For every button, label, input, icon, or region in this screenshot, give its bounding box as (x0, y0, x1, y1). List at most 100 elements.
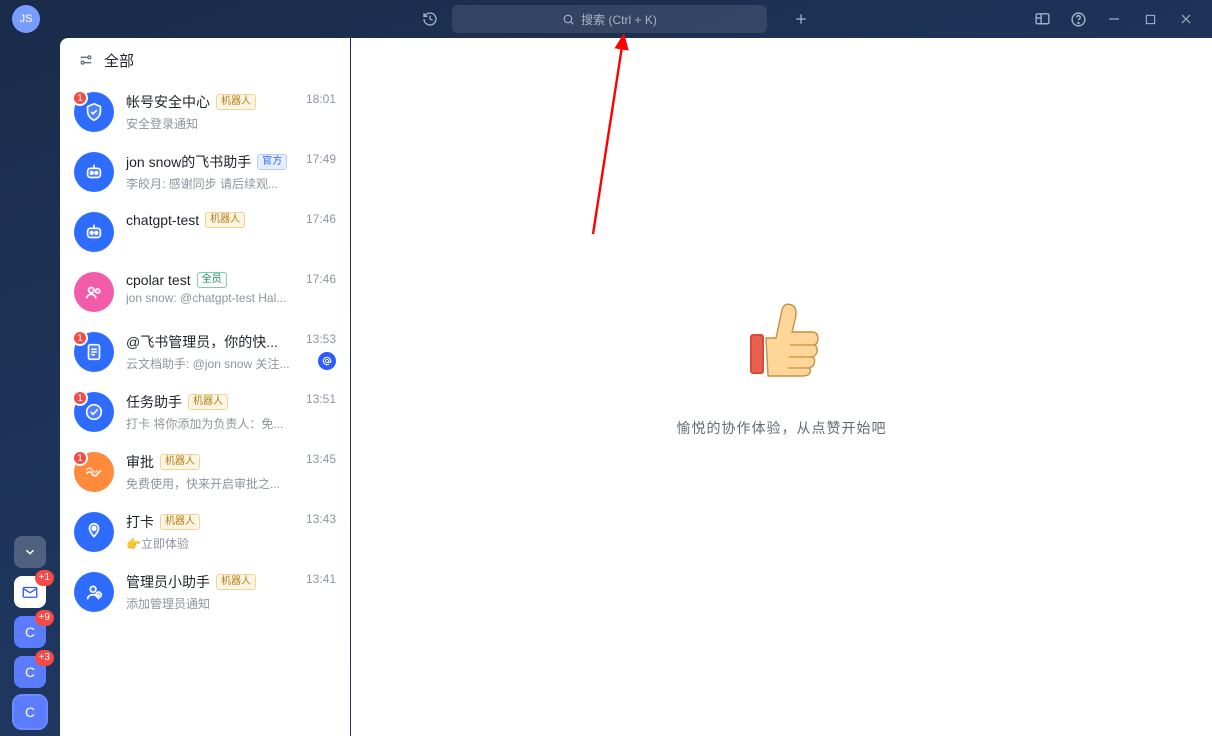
conversation-meta: 13:51 (306, 392, 336, 432)
conversation-name: 帐号安全中心 (126, 92, 210, 112)
conversation-avatar (74, 152, 114, 192)
conversation-preview: 添加管理员通知 (126, 595, 294, 612)
conversation-avatar: 1 (74, 332, 114, 372)
chevron-down-icon (23, 545, 37, 559)
list-header: 全部 (60, 38, 350, 82)
conversation-item[interactable]: 1 帐号安全中心机器人安全登录通知 18:01 (60, 82, 350, 142)
conversation-time: 17:46 (306, 272, 336, 286)
conversation-meta: 18:01 (306, 92, 336, 132)
conversation-main: chatgpt-test机器人 (126, 212, 294, 252)
body: +1 C +9 C +3 C 全部 1帐号安全中心机器人安全登录通知18:0 (0, 38, 1212, 736)
conversation-tag: 机器人 (216, 94, 256, 110)
empty-state: 愉悦的协作体验，从点赞开始吧 (677, 298, 887, 438)
conversation-list[interactable]: 1帐号安全中心机器人安全登录通知18:01jon snow的飞书助手官方李皎月:… (60, 82, 350, 736)
search-input[interactable]: 搜索 (Ctrl + K) (452, 5, 767, 33)
rail-badge-1: +9 (35, 610, 54, 626)
rail-mail-button[interactable]: +1 (14, 576, 46, 608)
conversation-item[interactable]: chatgpt-test机器人 17:46 (60, 202, 350, 262)
main-panel: 愉悦的协作体验，从点赞开始吧 (351, 38, 1212, 736)
conversation-tag: 机器人 (160, 514, 200, 530)
conversation-panel: 全部 1帐号安全中心机器人安全登录通知18:01jon snow的飞书助手官方李… (60, 38, 350, 736)
conversation-time: 17:49 (306, 152, 336, 166)
window-maximize-button[interactable] (1136, 5, 1164, 33)
conversation-preview: 👉立即体验 (126, 535, 294, 552)
conversation-avatar (74, 272, 114, 312)
conversation-meta: 17:46 (306, 212, 336, 252)
conversation-avatar (74, 572, 114, 612)
maximize-icon (1145, 14, 1156, 25)
window-minimize-button[interactable] (1100, 5, 1128, 33)
conversation-preview: jon snow: @chatgpt-test Hal... (126, 291, 294, 305)
help-icon[interactable] (1064, 5, 1092, 33)
at-mention-icon (318, 352, 336, 370)
conversation-item[interactable]: 1 @飞书管理员，你的快...云文档助手: @jon snow 关注... 13:5… (60, 322, 350, 382)
conversation-meta: 13:43 (306, 512, 336, 552)
close-icon (1180, 13, 1192, 25)
conversation-main: 管理员小助手机器人添加管理员通知 (126, 572, 294, 612)
rail-workspace-2[interactable]: C +3 (14, 656, 46, 688)
conversation-avatar: 1 (74, 392, 114, 432)
conversation-tag: 机器人 (160, 454, 200, 470)
conversation-name: jon snow的飞书助手 (126, 152, 251, 172)
conversation-tag: 机器人 (188, 394, 228, 410)
conversation-name: 管理员小助手 (126, 572, 210, 592)
conversation-time: 18:01 (306, 92, 336, 106)
conversation-item[interactable]: 1审批机器人免费使用，快来开启审批之...13:45 (60, 442, 350, 502)
conversation-avatar: 1 (74, 92, 114, 132)
conversation-item[interactable]: 打卡机器人 👉立即体验 13:43 (60, 502, 350, 562)
conversation-avatar: 1 (74, 452, 114, 492)
conversation-preview: 云文档助手: @jon snow 关注... (126, 355, 294, 372)
unread-badge: 1 (72, 90, 88, 106)
filter-icon[interactable] (78, 52, 94, 68)
app-root: JS 搜索 (Ctrl + K) (0, 0, 1212, 736)
conversation-preview: 安全登录通知 (126, 115, 294, 132)
rail-badge-2: +3 (35, 650, 54, 666)
minimize-icon (1108, 13, 1120, 25)
conversation-tag: 官方 (257, 154, 287, 170)
filter-label[interactable]: 全部 (104, 50, 134, 71)
rail-workspace-1[interactable]: C +9 (14, 616, 46, 648)
conversation-meta: 13:53 (306, 332, 336, 372)
conversation-item[interactable]: cpolar test全员jon snow: @chatgpt-test Hal… (60, 262, 350, 322)
conversation-tag: 全员 (197, 272, 227, 288)
rail-mail-badge: +1 (35, 570, 54, 586)
conversation-main: 帐号安全中心机器人安全登录通知 (126, 92, 294, 132)
history-icon[interactable] (416, 5, 444, 33)
conversation-preview: 免费使用，快来开启审批之... (126, 475, 294, 492)
workspace-icon[interactable] (1028, 5, 1056, 33)
user-avatar[interactable]: JS (12, 5, 40, 33)
conversation-main: 任务助手机器人打卡 将你添加为负责人：免... (126, 392, 294, 432)
conversation-main: jon snow的飞书助手官方李皎月: 感谢同步 请后续观... (126, 152, 294, 192)
empty-state-text: 愉悦的协作体验，从点赞开始吧 (677, 418, 887, 438)
new-chat-button[interactable] (787, 5, 815, 33)
conversation-main: cpolar test全员jon snow: @chatgpt-test Hal… (126, 272, 294, 312)
plus-icon (793, 11, 809, 27)
conversation-main: 审批机器人免费使用，快来开启审批之... (126, 452, 294, 492)
search-placeholder: 搜索 (Ctrl + K) (581, 11, 657, 28)
conversation-name: 审批 (126, 452, 154, 472)
conversation-item[interactable]: jon snow的飞书助手官方李皎月: 感谢同步 请后续观... 17:49 (60, 142, 350, 202)
rail-expand-button[interactable] (14, 536, 46, 568)
conversation-time: 13:53 (306, 332, 336, 346)
conversation-avatar (74, 512, 114, 552)
conversation-preview: 打卡 将你添加为负责人：免... (126, 415, 294, 432)
conversation-avatar (74, 212, 114, 252)
conversation-name: 打卡 (126, 512, 154, 532)
conversation-main: 打卡机器人 👉立即体验 (126, 512, 294, 552)
conversation-meta: 17:49 (306, 152, 336, 192)
conversation-main: @飞书管理员，你的快...云文档助手: @jon snow 关注... (126, 332, 294, 372)
conversation-name: chatgpt-test (126, 212, 199, 228)
conversation-item[interactable]: 1 任务助手机器人打卡 将你添加为负责人：免... 13:51 (60, 382, 350, 442)
conversation-name: 任务助手 (126, 392, 182, 412)
rail-workspace-3[interactable]: C (14, 696, 46, 728)
conversation-meta: 13:41 (306, 572, 336, 612)
conversation-item[interactable]: 管理员小助手机器人添加管理员通知 13:41 (60, 562, 350, 622)
mail-icon (21, 583, 39, 601)
conversation-time: 17:46 (306, 212, 336, 226)
window-close-button[interactable] (1172, 5, 1200, 33)
search-icon (562, 13, 575, 26)
conversation-meta: 17:46 (306, 272, 336, 312)
conversation-preview: 李皎月: 感谢同步 请后续观... (126, 175, 294, 192)
title-bar: JS 搜索 (Ctrl + K) (0, 0, 1212, 38)
unread-badge: 1 (72, 450, 88, 466)
